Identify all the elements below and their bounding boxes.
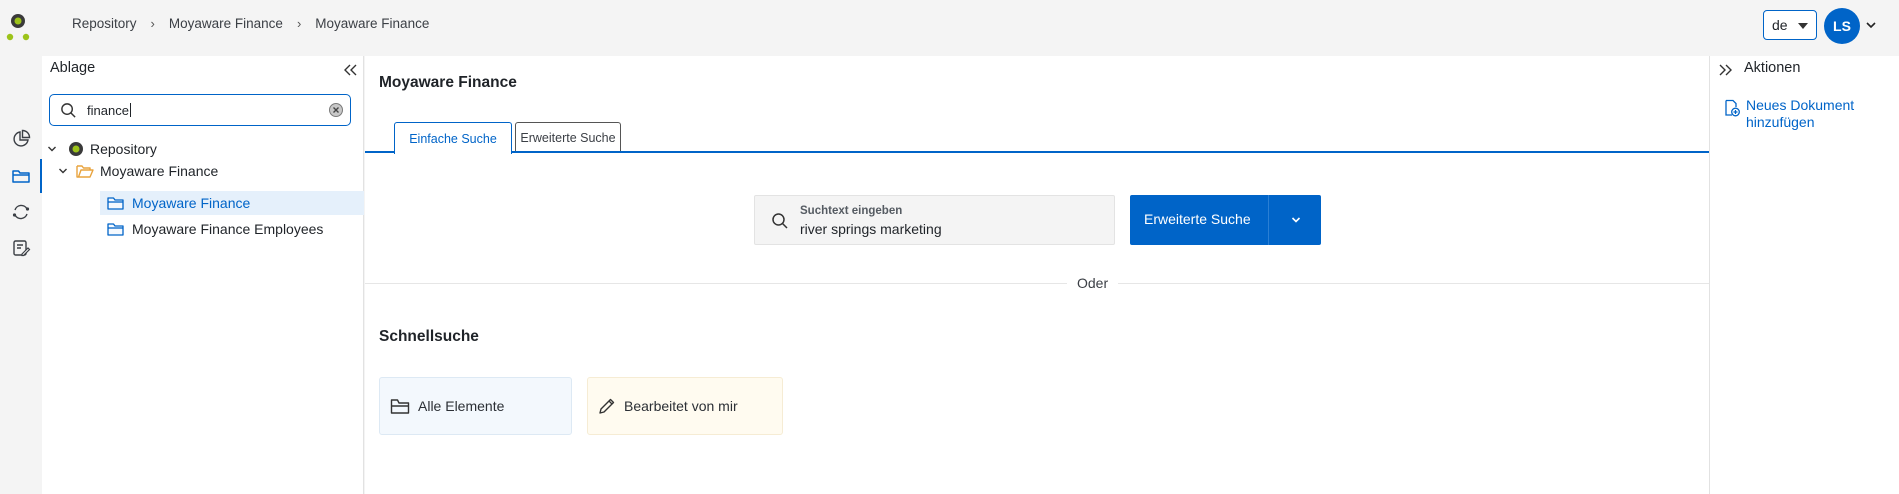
panel-title: Ablage (50, 60, 96, 76)
chevron-down-icon[interactable] (46, 143, 58, 155)
fulltext-search-input[interactable]: Suchtext eingeben river springs marketin… (754, 195, 1115, 245)
chevron-down-icon (1291, 217, 1300, 223)
text-cursor (129, 103, 131, 117)
button-divider (1268, 195, 1269, 245)
pencil-icon (599, 398, 615, 414)
tree-item-label: Moyaware Finance (132, 195, 251, 211)
user-initials: LS (1833, 18, 1851, 34)
actions-title: Aktionen (1744, 60, 1801, 76)
quick-search-label: Alle Elemente (418, 398, 505, 414)
or-divider (365, 283, 1709, 284)
folder-icon (107, 223, 124, 236)
search-value: river springs marketing (800, 221, 942, 237)
main-content: Moyaware Finance Einfache Suche Erweiter… (365, 56, 1709, 494)
search-icon (772, 213, 788, 229)
expand-panel-icon[interactable] (1717, 62, 1733, 78)
add-document-action[interactable]: Neues Dokument hinzufügen (1724, 97, 1854, 131)
tasks-icon (13, 240, 31, 257)
rail-repository-button[interactable] (0, 159, 42, 193)
rail-workflow-button[interactable] (0, 195, 42, 229)
quick-search-label: Bearbeitet von mir (624, 398, 738, 414)
tree-item-label: Repository (90, 141, 157, 157)
tree-item-repository[interactable]: Repository (42, 137, 364, 161)
tree-item-label: Moyaware Finance (100, 163, 219, 179)
tree-item-moyaware-finance[interactable]: Moyaware Finance (42, 159, 364, 183)
navigation-rail (0, 56, 42, 494)
tab-simple-search[interactable]: Einfache Suche (394, 122, 512, 154)
app-logo[interactable] (6, 12, 32, 44)
tab-label: Erweiterte Suche (520, 131, 616, 145)
breadcrumb-separator-icon: › (150, 16, 155, 31)
quick-search-title: Schnellsuche (379, 328, 479, 345)
tab-label: Einfache Suche (409, 131, 497, 146)
folder-icon (390, 399, 410, 414)
sync-icon (12, 204, 30, 220)
repository-icon (69, 142, 83, 156)
caret-down-icon (1798, 23, 1808, 29)
breadcrumb: Repository › Moyaware Finance › Moyaware… (72, 16, 429, 31)
action-label-line1: Neues Dokument (1746, 97, 1855, 113)
chart-icon (13, 129, 31, 147)
repository-search-input[interactable]: finance (49, 94, 351, 126)
quick-search-all-items[interactable]: Alle Elemente (379, 377, 572, 435)
breadcrumb-item-current: Moyaware Finance (315, 16, 430, 31)
or-label: Oder (1067, 275, 1119, 291)
language-value: de (1772, 17, 1788, 33)
page-title: Moyaware Finance (379, 74, 517, 91)
breadcrumb-item-moyaware-finance[interactable]: Moyaware Finance (169, 16, 283, 31)
folder-icon (12, 170, 30, 183)
search-icon (61, 103, 76, 118)
chevron-down-icon[interactable] (57, 165, 69, 177)
tree-item-label: Moyaware Finance Employees (132, 221, 324, 237)
breadcrumb-separator-icon: › (296, 16, 302, 31)
tree-item-moyaware-finance-selected[interactable]: Moyaware Finance (100, 191, 364, 215)
advanced-search-dropdown[interactable] (1270, 195, 1321, 245)
language-select[interactable]: de (1763, 10, 1817, 40)
quick-search-edited-by-me[interactable]: Bearbeitet von mir (587, 377, 783, 435)
add-document-icon (1725, 99, 1740, 117)
search-placeholder-label: Suchtext eingeben (800, 205, 903, 217)
chevron-down-icon[interactable] (1864, 18, 1878, 32)
tree-item-moyaware-finance-employees[interactable]: Moyaware Finance Employees (100, 217, 364, 241)
folder-icon (107, 197, 124, 210)
tab-advanced-search[interactable]: Erweiterte Suche (515, 122, 621, 153)
top-bar: Repository › Moyaware Finance › Moyaware… (0, 0, 1899, 56)
clear-icon[interactable] (328, 102, 344, 118)
folder-open-icon (76, 165, 94, 178)
user-avatar[interactable]: LS (1824, 8, 1860, 44)
breadcrumb-item-repository[interactable]: Repository (72, 16, 137, 31)
rail-dashboard-button[interactable] (0, 122, 42, 156)
actions-panel: Aktionen Neues Dokument hinzufügen (1709, 56, 1899, 494)
collapse-panel-icon[interactable] (342, 62, 358, 78)
search-value: finance (87, 103, 129, 118)
rail-tasks-button[interactable] (0, 231, 42, 265)
action-label-line2: hinzufügen (1746, 114, 1815, 130)
tabs-divider (365, 151, 1709, 153)
advanced-search-button[interactable]: Erweiterte Suche (1130, 195, 1321, 245)
advanced-search-label: Erweiterte Suche (1144, 211, 1251, 227)
repository-panel: Ablage finance Repository Moyaware Finan… (42, 56, 364, 494)
